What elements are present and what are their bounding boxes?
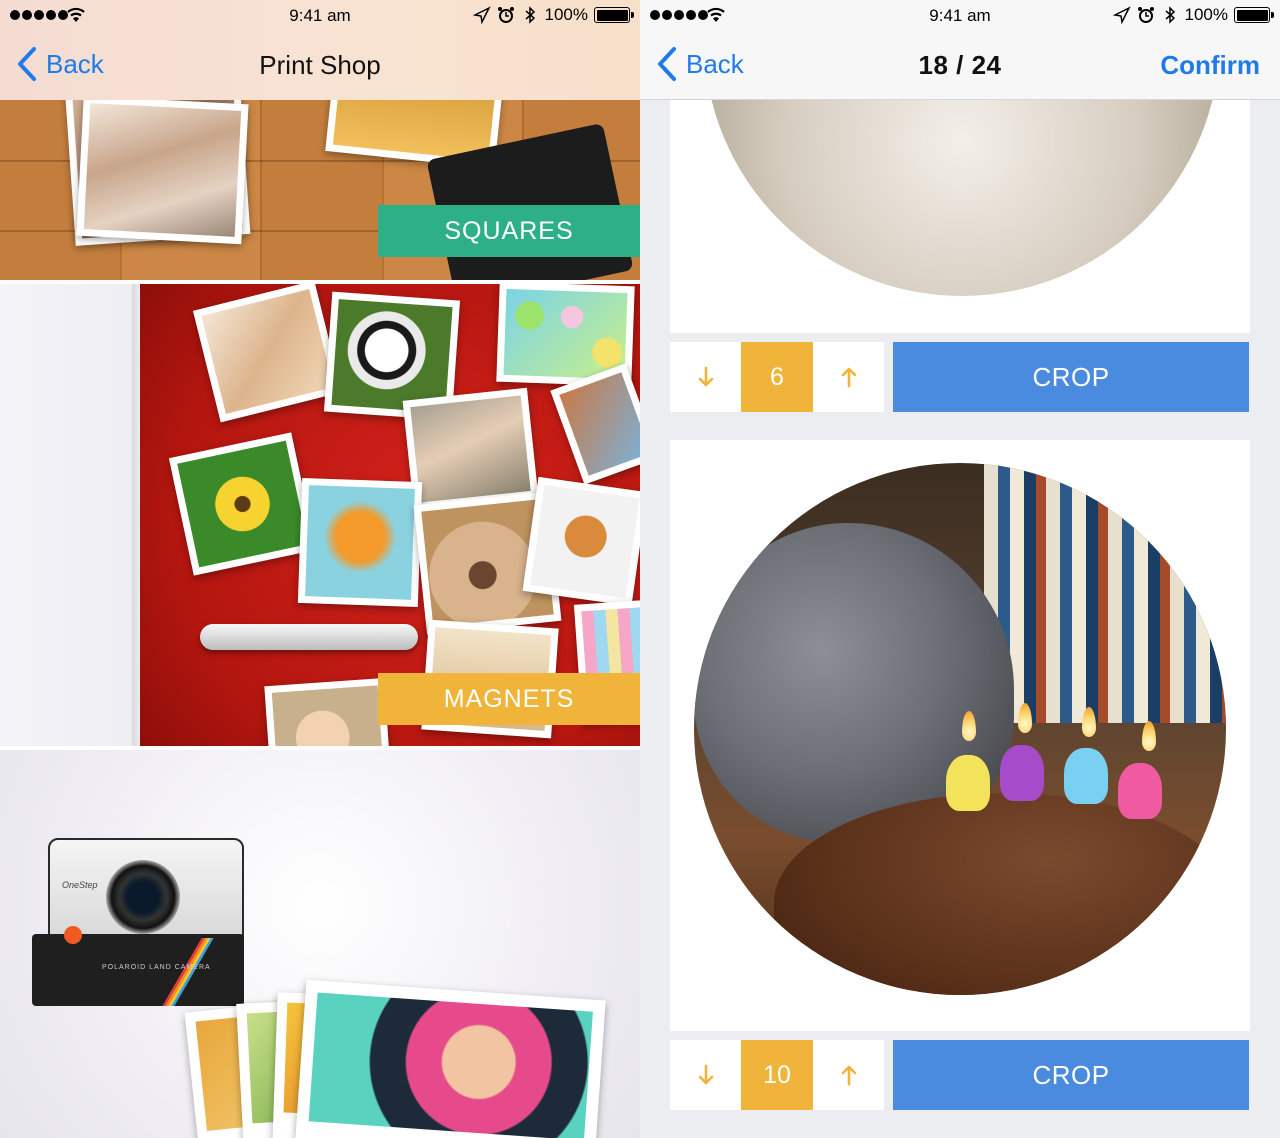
quantity-value: 10 xyxy=(741,1040,813,1110)
magnets-label-button[interactable]: MAGNETS xyxy=(378,673,640,725)
quantity-value: 6 xyxy=(741,342,813,412)
fridge-handle xyxy=(200,624,418,650)
magnet-photo-child-glasses xyxy=(264,677,392,746)
magnet-photo-feet xyxy=(402,387,539,511)
navigation-bar: 9:41 am 100% Back 18 / 24 Confirm xyxy=(640,0,1280,100)
battery-icon xyxy=(594,7,634,23)
magnet-photo-flower xyxy=(168,432,317,576)
print-review-screen: 6 CROP 10 CROP 9:41 am 100% Back 18 / 24… xyxy=(640,0,1280,1138)
print-shop-screen: SQUARES MAGNETS OneStep POLAROID LAND CA… xyxy=(0,0,640,1138)
instant-camera-illustration: OneStep POLAROID LAND CAMERA xyxy=(32,838,244,1006)
squares-label-button[interactable]: SQUARES xyxy=(378,205,640,257)
camera-model-text: POLAROID LAND CAMERA xyxy=(102,964,211,971)
status-right-icons: 100% xyxy=(1112,5,1274,25)
squares-product-banner[interactable]: SQUARES xyxy=(0,100,640,280)
magnet-photo-cat xyxy=(522,476,640,607)
status-bar: 9:41 am 100% xyxy=(0,0,640,32)
print-card xyxy=(670,80,1250,333)
status-bar: 9:41 am 100% xyxy=(640,0,1280,32)
alarm-icon xyxy=(1137,7,1154,23)
camera-brand-text: OneStep xyxy=(62,880,98,890)
photo-bookshelf xyxy=(984,463,1226,723)
magnet-photo-tree xyxy=(297,477,423,608)
print-controls: 10 CROP xyxy=(670,1040,1250,1110)
square-print-photo xyxy=(76,100,249,245)
magnets-product-banner[interactable]: MAGNETS xyxy=(0,284,640,746)
navigation-bar: 9:41 am 100% Back Print Shop xyxy=(0,0,640,100)
print-photo-circle-cat-cake[interactable] xyxy=(694,463,1226,995)
photo-candle-flame xyxy=(1142,721,1156,751)
alarm-icon xyxy=(497,7,514,23)
retro-print-photo-baby xyxy=(294,979,606,1138)
photo-candle xyxy=(946,755,990,811)
arrow-down-icon xyxy=(698,1064,713,1085)
increase-quantity-button[interactable] xyxy=(813,1040,884,1110)
print-controls: 6 CROP xyxy=(670,342,1250,412)
status-right-icons: 100% xyxy=(472,5,634,25)
arrow-up-icon xyxy=(841,1065,856,1086)
print-photo-circle-cat-fur[interactable] xyxy=(704,80,1220,296)
photo-candle xyxy=(1064,748,1108,804)
camera-shutter-button xyxy=(64,926,82,944)
arrow-up-icon xyxy=(841,367,856,388)
crop-button[interactable]: CROP xyxy=(893,1040,1249,1110)
decrease-quantity-button[interactable] xyxy=(670,1040,741,1110)
print-card xyxy=(670,440,1250,1031)
confirm-button[interactable]: Confirm xyxy=(1160,50,1260,81)
photo-candle xyxy=(1000,745,1044,801)
location-icon xyxy=(1112,6,1131,24)
photo-candle xyxy=(1118,763,1162,819)
increase-quantity-button[interactable] xyxy=(813,342,884,412)
bluetooth-icon xyxy=(525,6,535,24)
decrease-quantity-button[interactable] xyxy=(670,342,741,412)
arrow-down-icon xyxy=(698,366,713,387)
bluetooth-icon xyxy=(1165,6,1175,24)
location-icon xyxy=(472,6,491,24)
battery-percentage: 100% xyxy=(544,5,588,24)
page-title: Print Shop xyxy=(259,50,381,80)
crop-button[interactable]: CROP xyxy=(893,342,1249,412)
battery-icon xyxy=(1234,7,1274,23)
quantity-stepper: 6 xyxy=(670,342,884,412)
quantity-stepper: 10 xyxy=(670,1040,884,1110)
camera-lens xyxy=(106,860,180,934)
battery-percentage: 100% xyxy=(1184,5,1228,24)
retro-prints-product-banner[interactable]: OneStep POLAROID LAND CAMERA xyxy=(0,750,640,1138)
